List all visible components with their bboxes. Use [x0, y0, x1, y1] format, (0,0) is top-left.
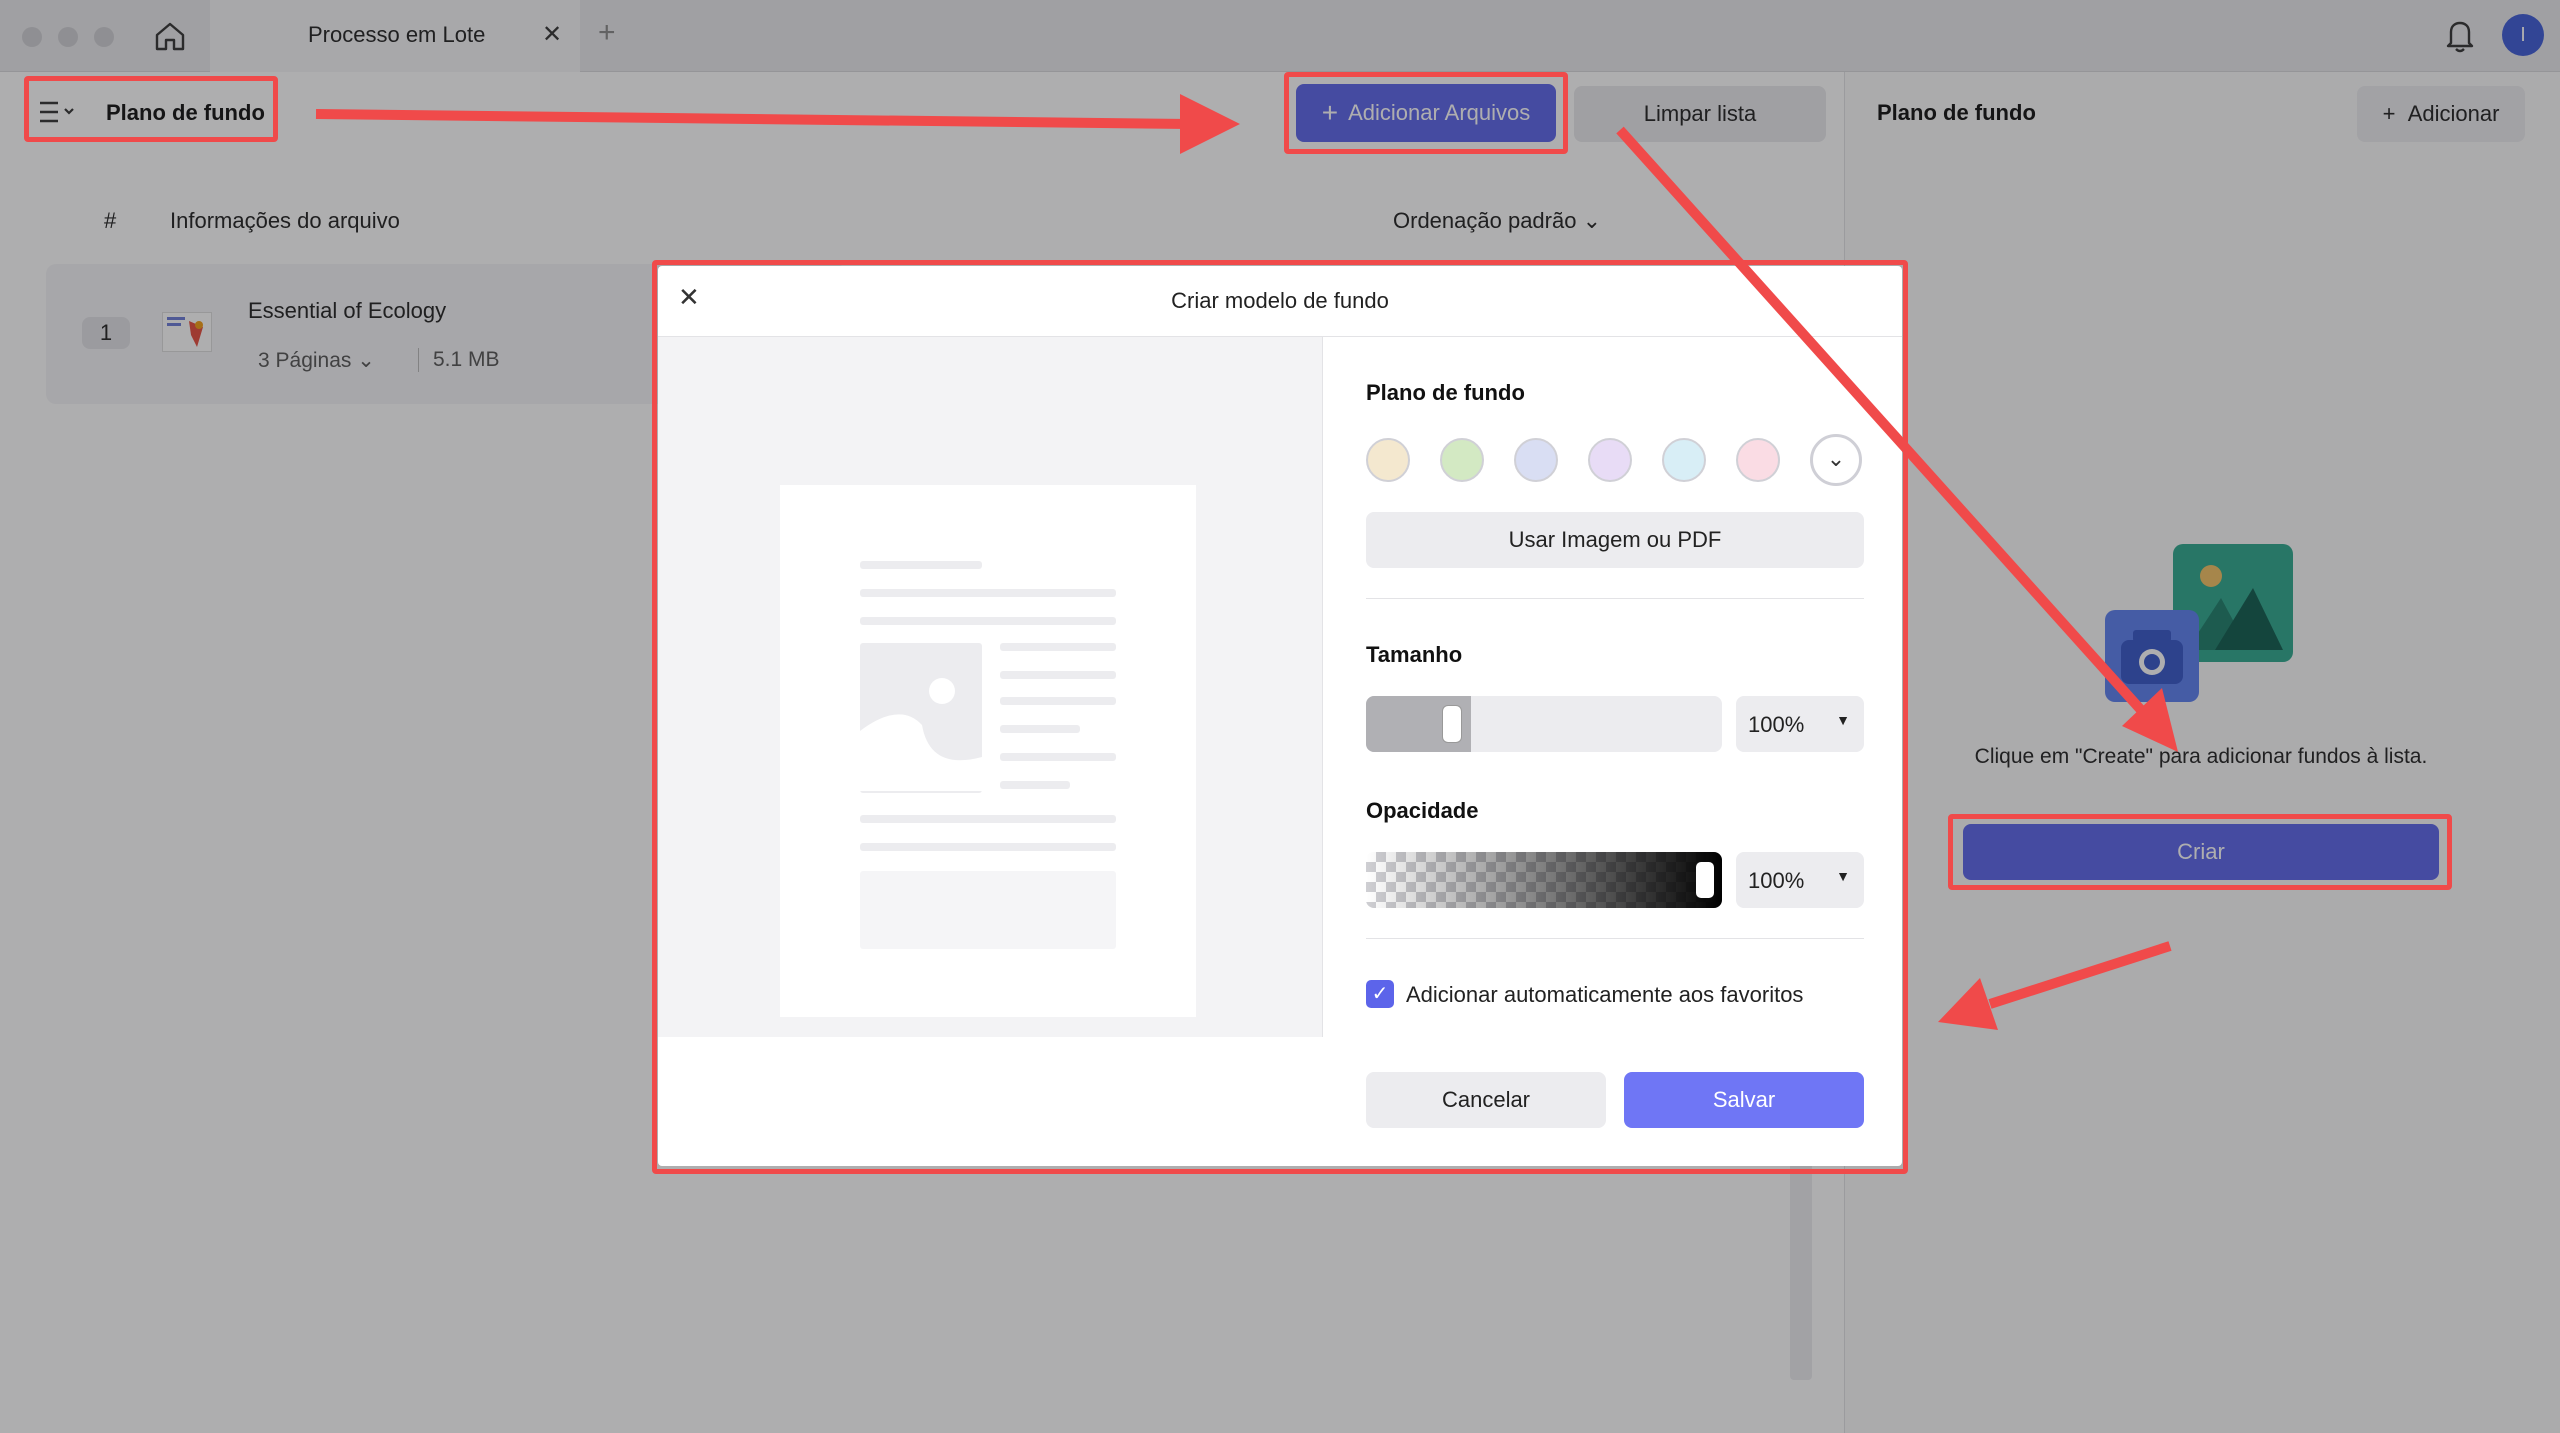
highlight-create [1948, 814, 2452, 890]
highlight-tool-selector [24, 76, 278, 142]
highlight-dialog [652, 260, 1908, 1174]
highlight-add-files [1284, 72, 1568, 154]
